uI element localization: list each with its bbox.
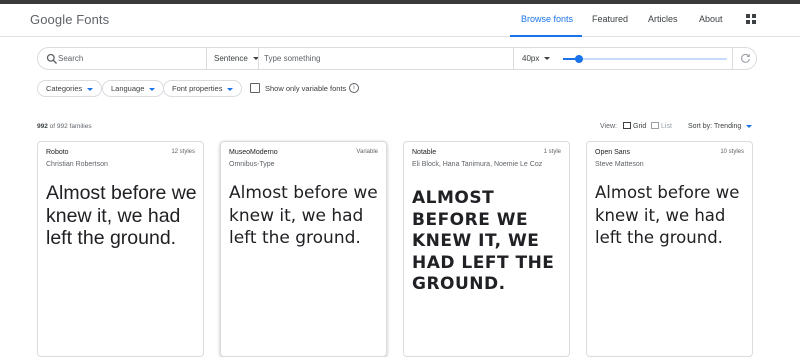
font-sample-text: Almost before we knew it, we had left th… [46, 182, 197, 249]
chevron-down-icon [544, 57, 551, 61]
font-family-name: Notable [412, 149, 437, 156]
language-filter[interactable]: Language [102, 80, 165, 97]
font-style-count: 10 styles [720, 149, 744, 155]
font-size-value: 40px [522, 54, 540, 63]
chevron-down-icon [149, 87, 156, 91]
categories-label: Categories [46, 84, 83, 93]
font-family-name: Open Sans [595, 149, 631, 156]
search-input[interactable] [58, 48, 206, 69]
preview-mode-select[interactable]: Sentence [214, 54, 259, 63]
toolbar-divider [732, 48, 733, 69]
font-style-count: 12 styles [171, 149, 195, 155]
list-view-label: List [661, 123, 672, 130]
search-toolbar: Sentence 40px [37, 47, 757, 70]
font-properties-label: Font properties [172, 84, 223, 93]
categories-filter[interactable]: Categories [37, 80, 103, 97]
search-icon [46, 53, 57, 64]
font-designer: Omnibus-Type [229, 161, 275, 168]
nav-tab-browse-fonts[interactable]: Browse fonts [521, 14, 573, 24]
variable-fonts-label: Show only variable fonts [265, 84, 347, 93]
font-family-name: Roboto [46, 149, 69, 156]
font-properties-filter[interactable]: Font properties [163, 80, 243, 97]
google-fonts-logo[interactable]: Google Fonts [30, 12, 109, 27]
preview-text-input[interactable] [264, 48, 510, 69]
font-family-name: MuseoModerno [229, 149, 278, 156]
refresh-icon[interactable] [740, 53, 751, 64]
toolbar-divider [206, 48, 207, 69]
grid-view-button[interactable]: Grid [623, 122, 646, 130]
language-label: Language [111, 84, 145, 93]
apps-grid-icon[interactable] [746, 14, 756, 24]
variable-badge: Variable [356, 149, 378, 155]
font-card-roboto[interactable]: Roboto 12 styles Christian Robertson Alm… [37, 141, 204, 357]
nav-tab-articles[interactable]: Articles [648, 14, 678, 24]
chevron-down-icon [227, 87, 234, 91]
preview-mode-value: Sentence [214, 54, 248, 63]
font-card-museomoderno[interactable]: MuseoModerno Variable Omnibus-Type Almos… [220, 141, 387, 357]
toolbar-divider [258, 48, 259, 69]
font-style-count: 1 style [543, 149, 561, 155]
font-designer: Eli Block, Hana Tanimura, Noemie Le Coz [412, 161, 543, 168]
font-sample-text: Almost before we knew it, we had left th… [412, 188, 555, 294]
view-label: View: [600, 123, 617, 130]
font-size-slider[interactable] [563, 55, 727, 63]
family-count-suffix: of 992 families [49, 123, 92, 130]
family-count-number: 992 [37, 123, 48, 130]
sort-value: Sort by: Trending [688, 123, 742, 130]
family-count: 992 of 992 families [37, 123, 92, 130]
info-icon[interactable]: i [349, 83, 359, 93]
font-card-open-sans[interactable]: Open Sans 10 styles Steve Matteson Almos… [586, 141, 753, 357]
font-designer: Steve Matteson [595, 161, 644, 168]
list-view-button[interactable]: List [651, 122, 672, 130]
font-card-notable[interactable]: Notable 1 style Eli Block, Hana Tanimura… [403, 141, 570, 357]
nav-tab-about[interactable]: About [699, 14, 723, 24]
sort-select[interactable]: Sort by: Trending [688, 123, 753, 130]
chevron-down-icon [746, 124, 753, 128]
font-size-select[interactable]: 40px [522, 54, 551, 63]
chevron-down-icon [87, 87, 94, 91]
font-sample-text: Almost before we knew it, we had left th… [595, 183, 740, 247]
site-header: Google Fonts Browse fonts Featured Artic… [0, 4, 800, 37]
slider-thumb[interactable] [575, 55, 584, 63]
variable-fonts-checkbox[interactable] [250, 83, 260, 93]
nav-tab-featured[interactable]: Featured [592, 14, 628, 24]
toolbar-divider [513, 48, 514, 69]
font-sample-text: Almost before we knew it, we had left th… [229, 183, 378, 248]
active-tab-indicator [510, 35, 582, 37]
list-view-icon [651, 122, 659, 129]
font-designer: Christian Robertson [46, 161, 108, 168]
grid-view-icon [623, 122, 631, 129]
grid-view-label: Grid [633, 123, 647, 130]
